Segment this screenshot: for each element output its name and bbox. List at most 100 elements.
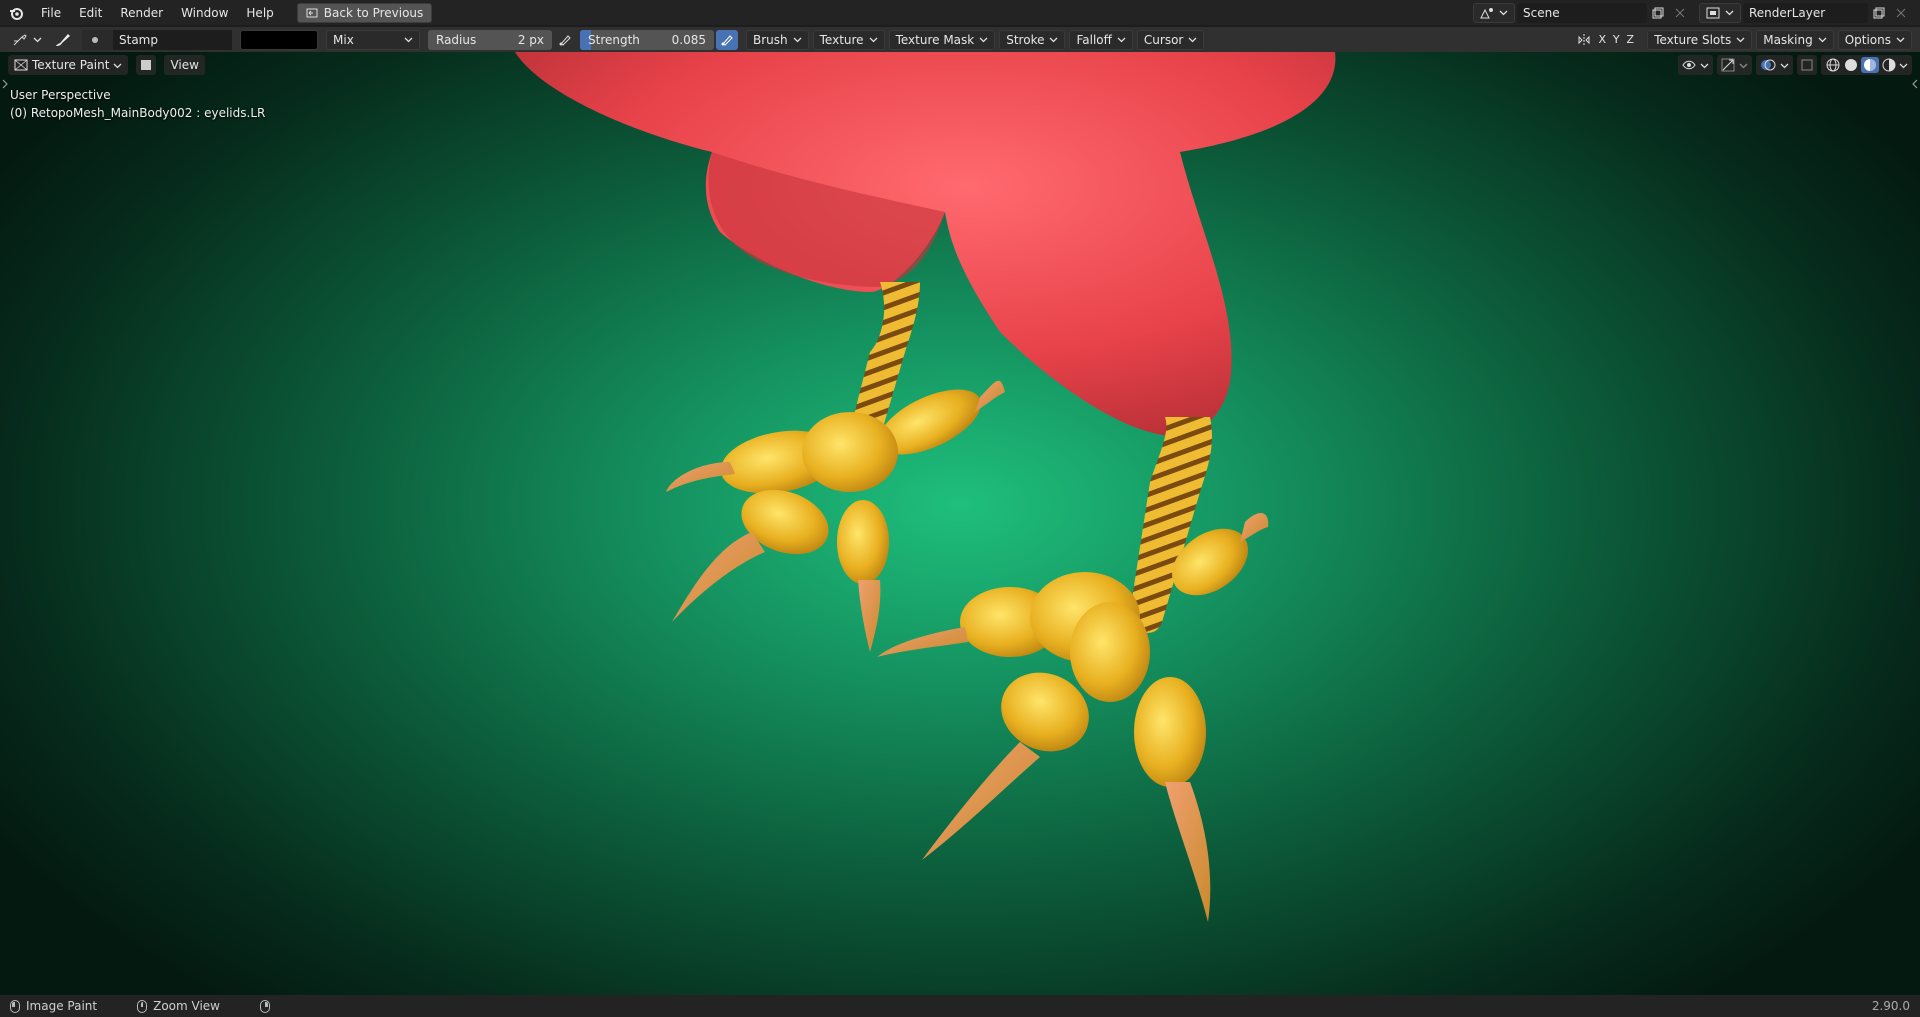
texture-paint-icon: [14, 59, 28, 71]
brush-name-field[interactable]: Stamp: [82, 29, 232, 50]
status-image-paint: Image Paint: [10, 999, 97, 1013]
status-zoom-view: Zoom View: [137, 999, 220, 1013]
new-scene-icon[interactable]: [1647, 3, 1669, 23]
brush-icon[interactable]: [52, 30, 74, 50]
mirror-z-toggle[interactable]: Z: [1623, 33, 1637, 46]
viewport-overlay-text: User Perspective (0) RetopoMesh_MainBody…: [10, 86, 265, 122]
overlays-toggle[interactable]: [1756, 55, 1793, 75]
cursor-menu[interactable]: Cursor: [1136, 29, 1205, 50]
shading-mode-group: [1821, 55, 1912, 75]
menu-help[interactable]: Help: [237, 4, 282, 22]
perspective-label: User Perspective: [10, 88, 111, 102]
face-mask-icon: [141, 60, 152, 70]
rendered-shading-icon[interactable]: [1881, 57, 1897, 73]
render-layer-browse-button[interactable]: [1699, 2, 1741, 23]
paint-tool-icon: [13, 33, 27, 45]
blender-logo-icon[interactable]: [8, 5, 24, 21]
chevron-down-icon: [1499, 10, 1508, 16]
gizmo-icon: [1721, 58, 1735, 72]
chevron-down-icon: [33, 37, 42, 43]
mirror-x-toggle[interactable]: X: [1595, 33, 1609, 46]
status-image-paint-label: Image Paint: [26, 999, 98, 1013]
symmetry-icon[interactable]: [1573, 30, 1595, 50]
render-layer-name-field[interactable]: RenderLayer: [1743, 2, 1868, 23]
material-preview-shading-icon[interactable]: [1861, 57, 1879, 73]
scene-name-field[interactable]: Scene: [1517, 2, 1647, 23]
chevron-down-icon: [1700, 63, 1709, 68]
menu-file[interactable]: File: [32, 4, 70, 22]
view-menu-label: View: [170, 58, 199, 72]
stroke-menu[interactable]: Stroke: [999, 29, 1066, 50]
new-render-layer-icon[interactable]: [1868, 3, 1890, 23]
chevron-down-icon: [1117, 37, 1126, 43]
falloff-menu-label: Falloff: [1076, 32, 1112, 47]
viewport-header: Texture Paint View: [8, 55, 205, 75]
render-layer-icon: [1706, 7, 1720, 18]
strength-slider[interactable]: Strength 0.085: [580, 29, 714, 50]
wireframe-shading-icon[interactable]: [1825, 57, 1841, 73]
texture-mask-menu[interactable]: Texture Mask: [888, 29, 996, 50]
brush-name: Stamp: [113, 29, 232, 50]
xray-toggle[interactable]: [1797, 55, 1817, 75]
chevron-down-icon: [979, 37, 988, 43]
options-menu[interactable]: Options: [1837, 29, 1912, 50]
chevron-down-icon: [1736, 37, 1745, 43]
3d-viewport[interactable]: Texture Paint View User Perspective (0) …: [0, 52, 1920, 995]
mirror-y-toggle[interactable]: Y: [1609, 33, 1623, 46]
chevron-down-icon: [1818, 37, 1827, 43]
back-to-previous-label: Back to Previous: [323, 5, 424, 20]
toolbar-expand-arrow-icon[interactable]: [2, 78, 8, 89]
radius-pressure-icon[interactable]: [554, 30, 576, 50]
scene-browse-button[interactable]: [1473, 2, 1515, 23]
menu-window[interactable]: Window: [172, 4, 237, 22]
radius-slider[interactable]: Radius 2 px: [428, 29, 552, 50]
texture-mask-menu-label: Texture Mask: [895, 32, 975, 47]
tool-settings-bar: Stamp Mix Radius 2 px Strength 0.085 Bru…: [0, 27, 1920, 52]
mode-dropdown[interactable]: Texture Paint: [8, 55, 129, 75]
view-menu[interactable]: View: [164, 55, 205, 75]
texture-menu-label: Texture: [819, 32, 864, 47]
scene-name: Scene: [1523, 5, 1560, 20]
chevron-down-icon: [1725, 10, 1734, 16]
brush-color-swatch[interactable]: [240, 29, 318, 50]
right-mouse-icon: [259, 999, 270, 1013]
chevron-down-icon: [113, 63, 122, 68]
left-mouse-icon: [10, 999, 20, 1013]
chevron-down-icon[interactable]: [1899, 61, 1908, 70]
overlays-icon: [1761, 59, 1776, 71]
tool-mode-selector[interactable]: [8, 30, 46, 50]
masking-menu[interactable]: Masking: [1756, 29, 1834, 50]
back-to-previous-button[interactable]: Back to Previous: [296, 2, 433, 23]
chevron-down-icon: [1896, 37, 1905, 43]
menu-render[interactable]: Render: [111, 4, 172, 22]
solid-shading-icon[interactable]: [1843, 57, 1859, 73]
status-bar: Image Paint Zoom View 2.90.0: [0, 995, 1920, 1017]
visibility-dropdown[interactable]: [1678, 55, 1713, 75]
blend-mode-dropdown[interactable]: Mix: [326, 29, 420, 50]
brush-menu-label: Brush: [753, 32, 788, 47]
back-icon: [306, 8, 318, 17]
paint-mask-toggle[interactable]: [136, 55, 157, 75]
stroke-menu-label: Stroke: [1006, 32, 1045, 47]
bird-model-render: [515, 52, 1336, 922]
gizmo-toggle[interactable]: [1717, 55, 1752, 75]
delete-render-layer-icon[interactable]: [1890, 3, 1912, 23]
chevron-down-icon: [1739, 63, 1748, 68]
menu-edit[interactable]: Edit: [70, 4, 111, 22]
brush-datablock-icon: [82, 29, 108, 50]
texture-menu[interactable]: Texture: [812, 29, 885, 50]
top-bar: File Edit Render Window Help Back to Pre…: [0, 0, 1920, 25]
strength-value: 0.085: [671, 32, 706, 47]
chevron-down-icon: [1050, 37, 1058, 43]
strength-label: Strength: [588, 32, 640, 47]
texture-slots-menu[interactable]: Texture Slots: [1647, 29, 1753, 50]
radius-label: Radius: [436, 32, 477, 47]
xray-icon: [1801, 59, 1813, 71]
delete-scene-icon[interactable]: [1669, 3, 1691, 23]
sidebar-expand-arrow-icon[interactable]: [1912, 78, 1918, 89]
brush-menu[interactable]: Brush: [746, 29, 809, 50]
strength-pressure-icon[interactable]: [716, 29, 738, 50]
render-layer-name: RenderLayer: [1749, 5, 1826, 20]
falloff-menu[interactable]: Falloff: [1069, 29, 1133, 50]
status-zoom-view-label: Zoom View: [153, 999, 220, 1013]
